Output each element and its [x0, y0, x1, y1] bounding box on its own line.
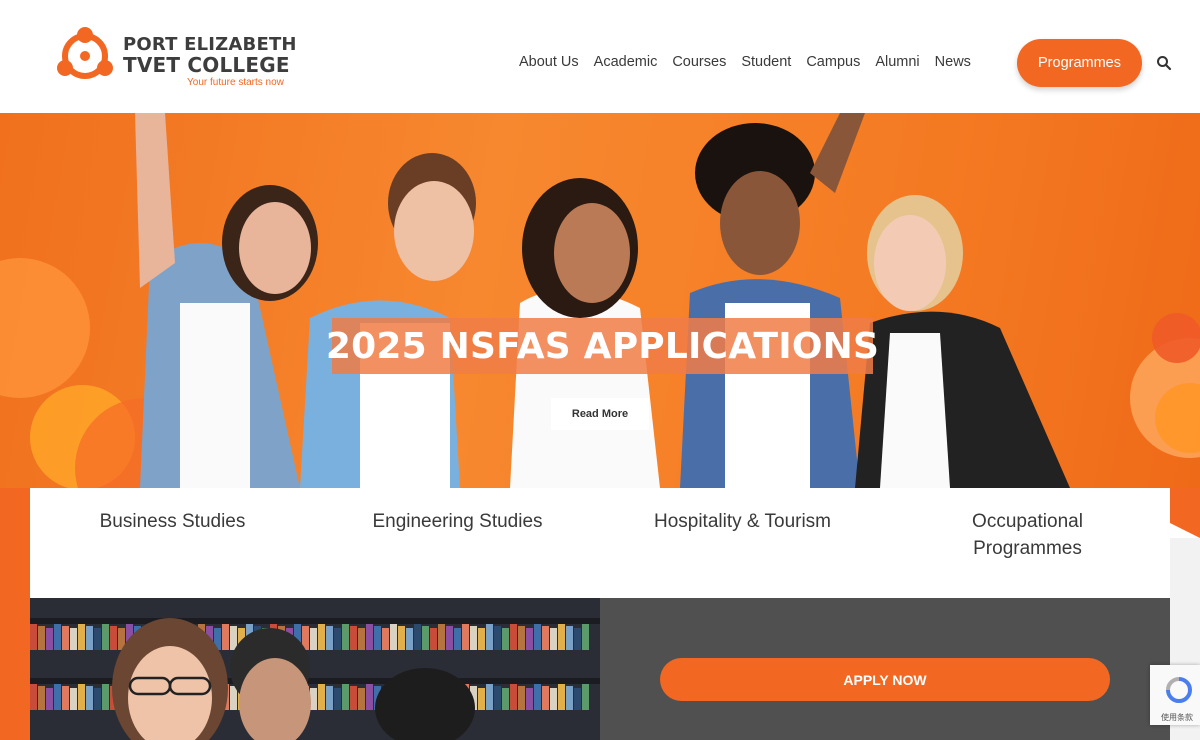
main-nav: About Us Academic Courses Student Campus…	[519, 54, 986, 70]
category-business-studies[interactable]: Business Studies	[30, 488, 315, 598]
decor-circle	[1152, 313, 1200, 363]
search-icon[interactable]	[1156, 55, 1172, 71]
recaptcha-terms: 使用条款	[1161, 713, 1193, 722]
left-accent-strip	[0, 488, 30, 740]
category-engineering-studies[interactable]: Engineering Studies	[315, 488, 600, 598]
logo-title-line2: TVET COLLEGE	[123, 53, 290, 77]
nav-courses[interactable]: Courses	[672, 54, 726, 70]
logo-mark-icon	[57, 27, 113, 79]
category-bar: Business Studies Engineering Studies Hos…	[30, 488, 1170, 598]
apply-now-button[interactable]: APPLY NOW	[660, 658, 1110, 701]
site-header: PORT ELIZABETH TVET COLLEGE Your future …	[0, 0, 1200, 113]
nav-about-us[interactable]: About Us	[519, 54, 579, 70]
category-hospitality-tourism[interactable]: Hospitality & Tourism	[600, 488, 885, 598]
logo-title-line1: PORT ELIZABETH	[123, 34, 297, 55]
hero-title: 2025 NSFAS APPLICATIONS	[326, 318, 879, 374]
read-more-button[interactable]: Read More	[551, 398, 649, 430]
college-logo[interactable]: PORT ELIZABETH TVET COLLEGE Your future …	[56, 26, 306, 90]
logo-tagline: Your future starts now	[187, 77, 284, 88]
students-illustration	[135, 113, 1070, 488]
category-occupational-programmes[interactable]: Occupational Programmes	[885, 488, 1170, 598]
hero-banner: 2025 NSFAS APPLICATIONS Read More	[0, 113, 1200, 488]
nav-alumni[interactable]: Alumni	[875, 54, 919, 70]
recaptcha-icon	[1166, 677, 1192, 703]
nav-student[interactable]: Student	[741, 54, 791, 70]
recaptcha-badge[interactable]: 使用条款	[1150, 665, 1200, 725]
nav-news[interactable]: News	[935, 54, 971, 70]
decor-circle	[0, 258, 90, 398]
nav-campus[interactable]: Campus	[806, 54, 860, 70]
students-library-photo	[30, 598, 600, 740]
apply-panel: APPLY NOW	[600, 598, 1170, 740]
nav-academic[interactable]: Academic	[594, 54, 658, 70]
students-figures	[112, 618, 475, 740]
programmes-button[interactable]: Programmes	[1017, 39, 1142, 87]
